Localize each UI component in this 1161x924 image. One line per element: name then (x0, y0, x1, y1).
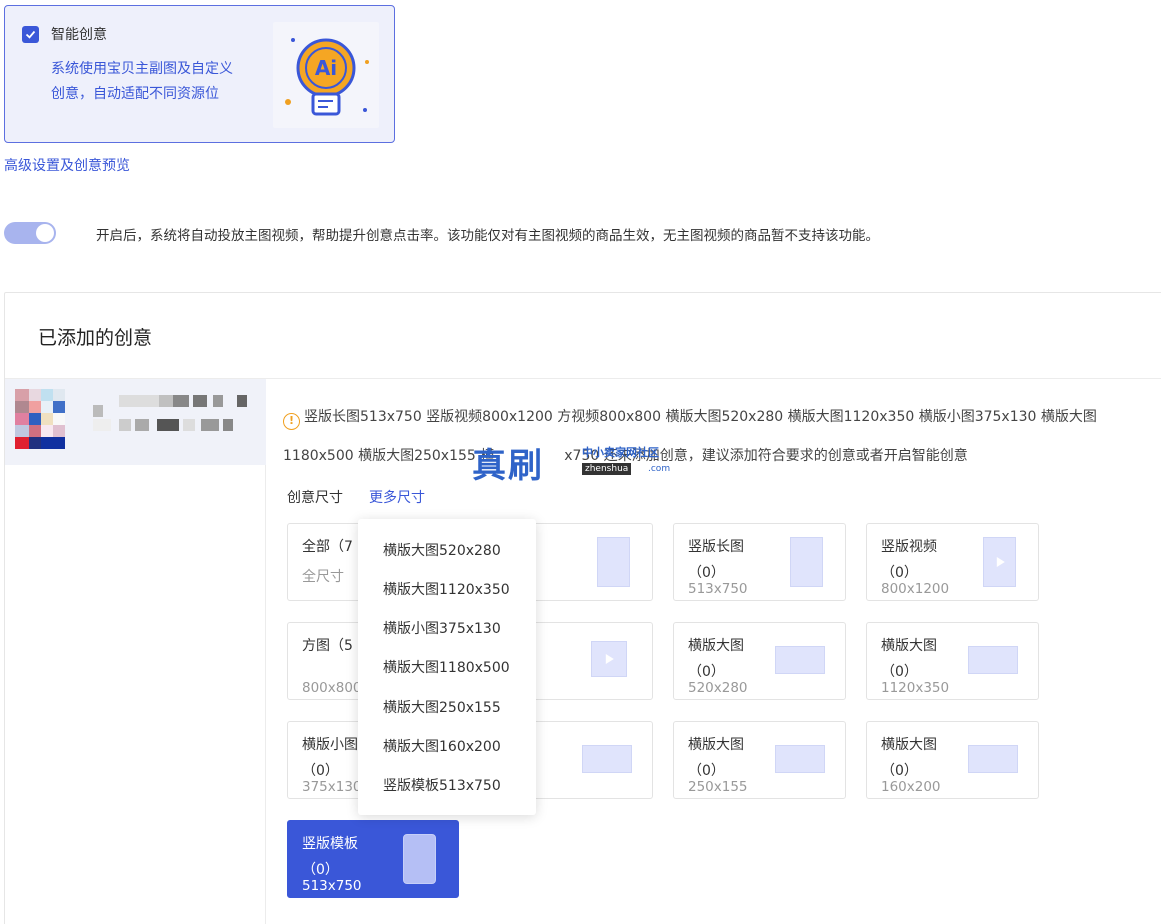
size-preview-shape (582, 745, 632, 773)
creative-size-label: 创意尺寸 (287, 490, 343, 506)
desc-line-2: 创意，自动适配不同资源位 (51, 86, 219, 102)
toggle-knob (36, 224, 54, 242)
ai-bulb-icon: Ai (273, 22, 379, 128)
smart-creative-desc: 系统使用宝贝主副图及自定义 创意，自动适配不同资源位 (51, 57, 266, 107)
size-preview-shape (968, 646, 1018, 674)
tile-dimension: 250x155 (688, 779, 748, 795)
missing-creatives-warning: ! 竖版长图513x750 竖版视频800x1200 方视频800x800 横版大… (283, 398, 1153, 476)
tile-count: （0） (302, 862, 339, 878)
smart-creative-card[interactable]: 智能创意 系统使用宝贝主副图及自定义 创意，自动适配不同资源位 Ai (4, 5, 395, 143)
product-item[interactable] (5, 379, 266, 465)
dropdown-item[interactable]: 竖版模板513x750 (383, 775, 501, 795)
tile-count: （0） (688, 565, 725, 581)
dropdown-item[interactable]: 横版大图520x280 (383, 540, 501, 560)
dropdown-item[interactable]: 横版大图160x200 (383, 736, 501, 756)
size-preview-shape (968, 745, 1018, 773)
tile-dimension: 513x750 (688, 581, 748, 597)
tile-count: （0） (881, 565, 918, 581)
play-icon (605, 654, 614, 664)
dropdown-item[interactable]: 横版大图250x155 (383, 697, 501, 717)
advanced-settings-link[interactable]: 高级设置及创意预览 (4, 155, 130, 175)
tile-count: （0） (881, 763, 918, 779)
warning-line-2a: 1180x500 横版大图250x155 横 (283, 448, 495, 464)
size-tile[interactable]: 横版大图 （0） 250x155 (673, 721, 846, 799)
desc-line-1: 系统使用宝贝主副图及自定义 (51, 61, 233, 77)
panel-title: 已添加的创意 (38, 327, 153, 349)
size-preview-shape (790, 537, 823, 587)
tile-dimension: 1120x350 (881, 680, 950, 696)
tile-name: 横版大图 (688, 638, 744, 654)
tile-name: 方图（5 (302, 638, 353, 654)
tile-name: 竖版视频 (881, 539, 937, 555)
size-tile[interactable]: 竖版模板 （0） 513x750 (287, 820, 459, 898)
dropdown-item[interactable]: 横版大图1180x500 (383, 657, 510, 677)
tile-count: （0） (881, 664, 918, 680)
tile-name: 横版大图 (881, 638, 937, 654)
size-preview-shape (775, 745, 825, 773)
tile-dimension: 160x200 (881, 779, 941, 795)
video-toggle[interactable] (4, 222, 56, 244)
product-list (5, 379, 266, 924)
tile-name: 横版大图 (688, 737, 744, 753)
tile-name: 横版小图 (302, 737, 358, 753)
check-icon (25, 30, 36, 39)
warning-line-1: 竖版长图513x750 竖版视频800x1200 方视频800x800 横版大图… (304, 409, 1097, 425)
size-preview-shape (591, 641, 627, 677)
size-preview-shape (403, 834, 436, 884)
smart-creative-checkbox[interactable] (22, 26, 39, 43)
watermark: 真刷 中小卖家网社区 zhenshua .com (472, 440, 672, 486)
size-preview-shape (775, 646, 825, 674)
product-thumbnail (15, 389, 85, 455)
watermark-tagline: 中小卖家网社区 (582, 446, 659, 459)
tile-dimension: 375x130 (302, 779, 362, 795)
watermark-logo: 真刷 (472, 446, 544, 486)
tile-count: （0） (688, 763, 725, 779)
smart-creative-title: 智能创意 (51, 27, 107, 43)
more-sizes-dropdown: 横版大图520x280 横版大图1120x350 横版小图375x130 横版大… (358, 519, 536, 815)
size-preview-shape (983, 537, 1016, 587)
tile-name: 竖版模板 (302, 836, 358, 852)
tile-dimension: 520x280 (688, 680, 748, 696)
tile-sub: 全尺寸 (302, 569, 344, 585)
warning-icon: ! (283, 413, 300, 430)
size-tile[interactable]: 横版大图 （0） 520x280 (673, 622, 846, 700)
tile-count: （0） (302, 763, 339, 779)
size-tile[interactable]: 横版大图 （0） 160x200 (866, 721, 1039, 799)
play-icon (996, 557, 1005, 567)
added-creatives-panel: 已添加的创意 (4, 292, 1161, 924)
size-tile[interactable]: 竖版长图 （0） 513x750 (673, 523, 846, 601)
tile-count: （0） (688, 664, 725, 680)
tile-name: 全部（7 (302, 539, 353, 555)
dropdown-item[interactable]: 横版大图1120x350 (383, 579, 510, 599)
dropdown-item[interactable]: 横版小图375x130 (383, 618, 501, 638)
more-sizes-link[interactable]: 更多尺寸 (369, 487, 425, 507)
tile-dimension: 800x1200 (881, 581, 950, 597)
size-tile[interactable]: 竖版视频 （0） 800x1200 (866, 523, 1039, 601)
tile-name: 竖版长图 (688, 539, 744, 555)
tile-name: 横版大图 (881, 737, 937, 753)
video-toggle-description: 开启后，系统将自动投放主图视频，帮助提升创意点击率。该功能仅对有主图视频的商品生… (96, 228, 879, 244)
size-tile[interactable]: 横版大图 （0） 1120x350 (866, 622, 1039, 700)
tile-dimension: 513x750 (302, 878, 362, 894)
svg-text:Ai: Ai (315, 56, 337, 80)
tile-dimension: 800x800 (302, 680, 362, 696)
size-preview-shape (597, 537, 630, 587)
watermark-url: zhenshua (582, 463, 632, 475)
watermark-domain: .com (648, 464, 671, 474)
